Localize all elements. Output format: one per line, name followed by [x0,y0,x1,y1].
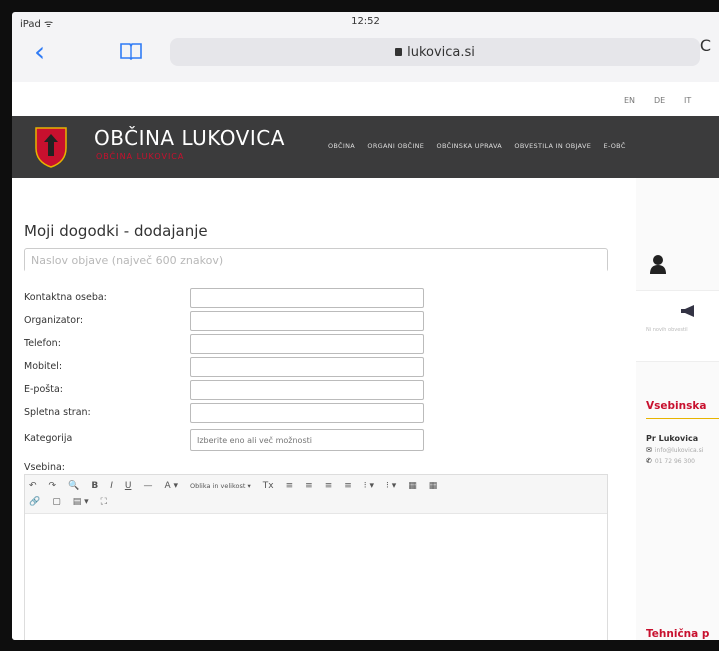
label-mobile: Mobitel: [24,361,63,372]
bold-button[interactable]: B [91,481,98,491]
lock-icon [395,48,403,56]
bullet-list-icon[interactable]: ⁝ ▾ [364,481,374,491]
label-website: Spletna stran: [24,407,91,418]
ios-status-bar: iPad ᯤ 12:52 [12,12,719,32]
label-category: Kategorija [24,433,73,444]
underline-button[interactable]: U [125,481,132,491]
mobile-input[interactable] [191,358,423,376]
lang-en[interactable]: EN [624,96,635,105]
language-switcher: EN DE IT [12,82,719,116]
mobile-field[interactable] [190,357,424,377]
nav-item-uprava[interactable]: OBČINSKA UPRAVA [437,142,503,150]
align-right-icon[interactable]: ≡ [325,481,333,491]
italic-button[interactable]: I [110,481,113,491]
url-text-wrap: lukovica.si [170,45,700,60]
numbered-list-icon[interactable]: ⁝ ▾ [386,481,396,491]
phone-field[interactable] [190,334,424,354]
website-field[interactable] [190,403,424,423]
reload-icon[interactable]: C [700,36,711,55]
label-content: Vsebina: [24,462,66,473]
category-input[interactable] [191,430,423,450]
align-center-icon[interactable]: ≡ [305,481,313,491]
font-color-button[interactable]: A ▾ [164,481,178,491]
section-heading-technical: Tehnična p [646,628,710,640]
email-field[interactable] [190,380,424,400]
link-icon[interactable]: 🔗 [29,497,40,507]
site-title[interactable]: OBČINA LUKOVICA [94,126,285,150]
post-title-input[interactable] [25,249,607,272]
contact-name: Pr Lukovica [646,434,699,443]
organizer-input[interactable] [191,312,423,330]
label-email: E-pošta: [24,384,63,395]
find-icon[interactable]: 🔍 [68,481,79,491]
align-left-icon[interactable]: ≡ [286,481,294,491]
municipality-crest-icon[interactable] [34,126,68,168]
phone-icon: ✆ [646,457,652,465]
editor-toolbar: ↶ ↷ 🔍 B I U — A ▾ Oblika in velikost ▾ T… [25,475,607,514]
category-select[interactable] [190,429,424,451]
phone-input[interactable] [191,335,423,353]
organizer-field[interactable] [190,311,424,331]
nav-item-obcina[interactable]: OBČINA [328,142,355,150]
page-content: Moji dogodki - dodajanje Kontaktna oseba… [12,178,719,640]
contact-input[interactable] [191,289,423,307]
url-text: lukovica.si [407,45,475,60]
main-nav: OBČINA ORGANI OBČINE OBČINSKA UPRAVA OBV… [328,142,636,150]
table-icon[interactable]: ▤ ▾ [73,497,89,507]
section-divider [646,418,719,419]
contact-phone[interactable]: 01 72 96 300 [655,458,695,465]
label-phone: Telefon: [24,338,61,349]
nav-item-obvestila[interactable]: OBVESTILA IN OBJAVE [514,142,591,150]
notifications-text: Ni novih obvestil [646,327,688,333]
device-screen: iPad ᯤ 12:52 ‹ lukovica.si C EN DE IT OB… [12,12,719,640]
contact-email-row: ✉ info@lukovica.si [646,446,703,454]
megaphone-icon [681,305,694,317]
site-subtitle: OBČINA LUKOVICA [96,152,185,161]
lang-de[interactable]: DE [654,96,665,105]
user-icon[interactable] [650,254,666,274]
right-sidebar: Ni novih obvestil Vsebinska Pr Lukovica … [636,178,719,640]
back-icon[interactable]: ‹ [34,38,45,66]
device-label: iPad ᯤ [20,19,54,30]
indent-icon[interactable]: ▦ [429,481,438,491]
section-heading-content: Vsebinska [646,400,707,412]
page-title: Moji dogodki - dodajanje [24,222,208,240]
horizontal-rule-button[interactable]: — [143,481,152,491]
envelope-icon: ✉ [646,446,652,454]
clock: 12:52 [351,16,380,27]
clear-format-icon[interactable]: Tx [263,481,274,491]
website-input[interactable] [191,404,423,422]
image-icon[interactable]: ▢ [52,497,61,507]
outdent-icon[interactable]: ▦ [408,481,417,491]
redo-icon[interactable]: ↷ [49,481,57,491]
browser-toolbar: ‹ lukovica.si C [12,32,719,82]
rich-text-editor[interactable]: ↶ ↷ 🔍 B I U — A ▾ Oblika in velikost ▾ T… [24,474,608,640]
post-title-field[interactable] [24,248,608,272]
address-bar[interactable]: lukovica.si [170,38,700,66]
format-size-dropdown[interactable]: Oblika in velikost ▾ [190,482,251,490]
align-justify-icon[interactable]: ≡ [344,481,352,491]
email-input[interactable] [191,381,423,399]
lang-it[interactable]: IT [684,96,691,105]
nav-item-e-obcina[interactable]: E-OBČ [604,142,626,150]
site-header: OBČINA LUKOVICA OBČINA LUKOVICA OBČINA O… [12,116,719,178]
editor-toolbar-row-2: 🔗 ▢ ▤ ▾ ⛶ [29,494,603,510]
undo-icon[interactable]: ↶ [29,481,37,491]
label-contact: Kontaktna oseba: [24,292,107,303]
bookmarks-icon[interactable] [120,42,142,60]
device-frame: iPad ᯤ 12:52 ‹ lukovica.si C EN DE IT OB… [0,0,719,651]
editor-toolbar-row: ↶ ↷ 🔍 B I U — A ▾ Oblika in velikost ▾ T… [29,478,603,494]
notifications-card: Ni novih obvestil [636,290,719,362]
fullscreen-icon[interactable]: ⛶ [101,497,107,507]
nav-item-organi[interactable]: ORGANI OBČINE [367,142,424,150]
contact-field[interactable] [190,288,424,308]
contact-phone-row: ✆ 01 72 96 300 [646,457,695,465]
contact-email[interactable]: info@lukovica.si [655,447,704,454]
label-organizer: Organizator: [24,315,84,326]
